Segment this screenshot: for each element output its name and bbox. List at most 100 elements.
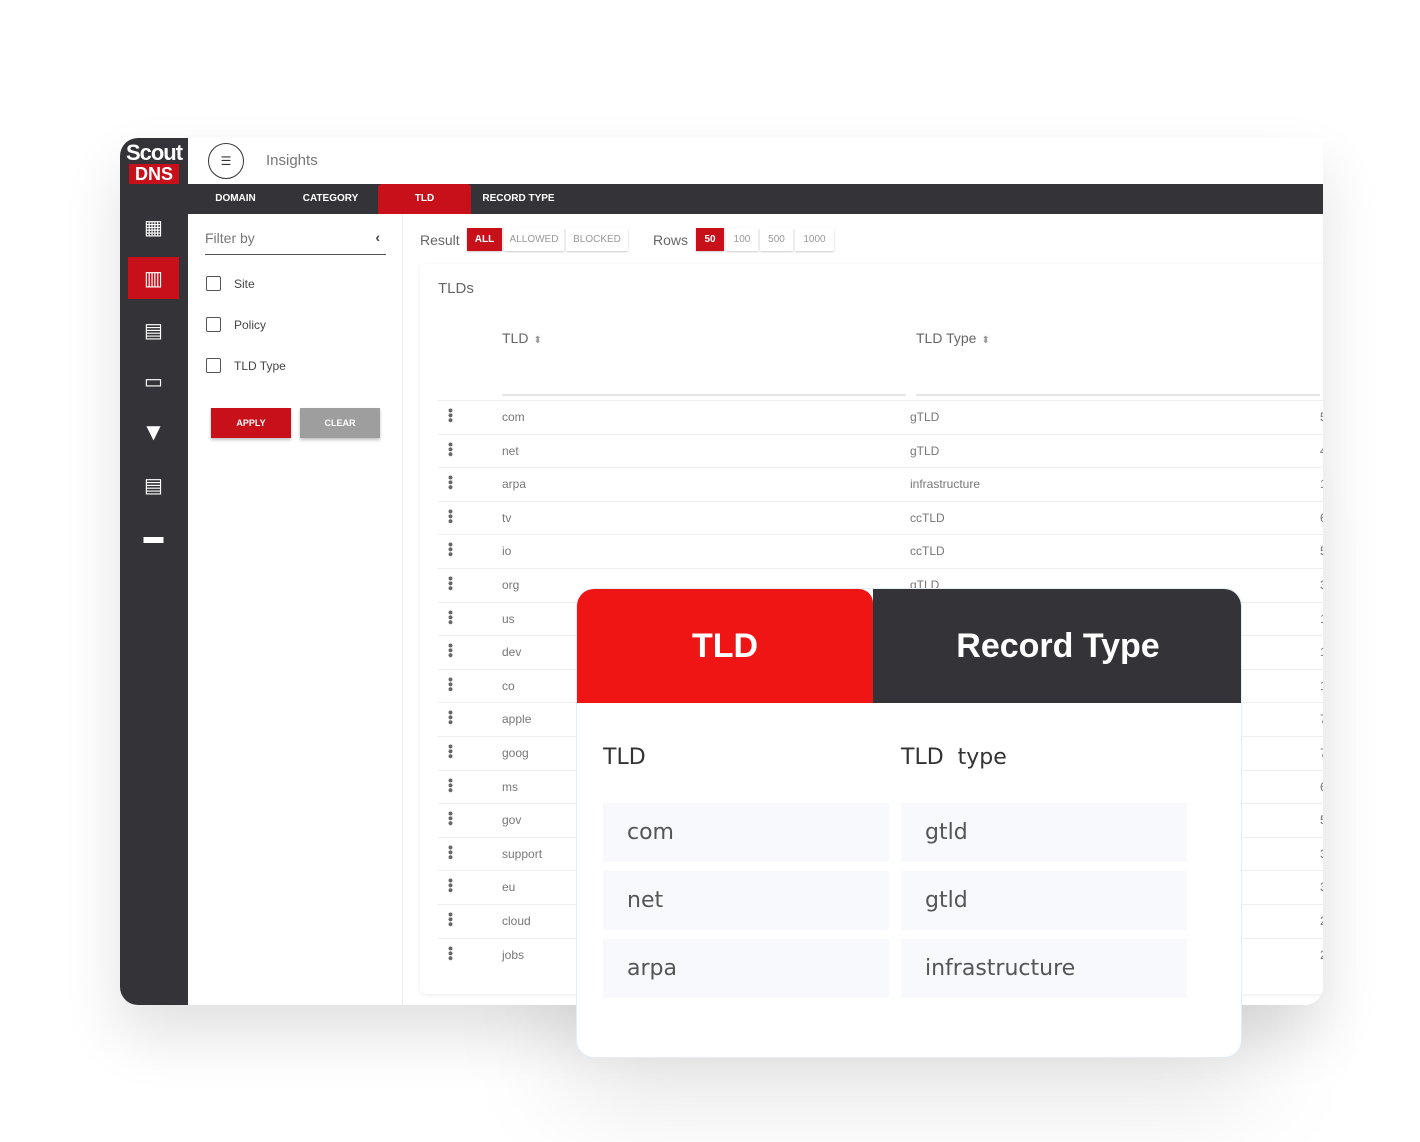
cell-tld: us xyxy=(502,611,515,626)
cell-count: 5 xyxy=(1320,410,1323,424)
more-vertical-icon[interactable]: ••• xyxy=(443,710,459,725)
more-vertical-icon[interactable]: ••• xyxy=(443,811,459,826)
tab-record-type[interactable]: RECORD TYPE xyxy=(471,184,566,214)
logo-text: Scout xyxy=(125,140,183,165)
overlay-column-tld-type: TLD type xyxy=(901,745,1007,770)
more-vertical-icon[interactable]: ••• xyxy=(443,576,459,591)
filter-icon[interactable]: ▼ xyxy=(128,412,179,454)
cell-count: 3 xyxy=(1320,578,1323,592)
more-vertical-icon[interactable]: ••• xyxy=(443,677,459,692)
tab-domain[interactable]: DOMAIN xyxy=(188,184,283,214)
cell-tld-type: infrastructure xyxy=(910,477,981,492)
cell-count: 7 xyxy=(1320,712,1323,726)
cell-tld: gov xyxy=(502,813,522,828)
overlay-cell: net xyxy=(603,871,889,930)
cell-tld-type: gTLD xyxy=(910,410,940,424)
column-label: TLD Type xyxy=(916,330,977,346)
result-all[interactable]: ALL xyxy=(467,228,502,251)
filter-panel: Filter by ‹ Site Policy TLD Type APPLY CL… xyxy=(188,214,403,1005)
rows-50[interactable]: 50 xyxy=(696,228,724,251)
table-row[interactable]: ••• arpa infrastructure 1 xyxy=(438,467,1323,501)
sidebar: Scout DNS ▦ ▥ ▤ ▭ ▼ ▤ ▬ xyxy=(120,138,188,1005)
apply-button[interactable]: APPLY xyxy=(211,408,291,438)
column-header-tld-type[interactable]: TLD Type ⬍ xyxy=(916,330,990,346)
table-row[interactable]: ••• tv ccTLD 6 xyxy=(438,500,1323,535)
dashboard-icon[interactable]: ▦ xyxy=(128,206,179,248)
cell-count: 1 xyxy=(1320,645,1323,659)
cell-tld-type: ccTLD xyxy=(910,544,945,559)
cell-tld: dev xyxy=(502,645,522,660)
book-icon[interactable]: ▬ xyxy=(128,516,179,558)
more-vertical-icon[interactable]: ••• xyxy=(443,912,459,927)
page-title: Insights xyxy=(266,152,318,169)
cell-count: 1 xyxy=(1320,477,1323,491)
cell-tld: cloud xyxy=(502,914,531,928)
checkbox-policy[interactable]: Policy xyxy=(206,317,266,332)
list-icon: ☰ xyxy=(220,154,232,168)
result-label: Result xyxy=(420,232,460,248)
building-icon[interactable]: ▤ xyxy=(128,309,179,351)
table-row[interactable]: ••• net gTLD 4 xyxy=(438,433,1323,468)
cell-count: 3 xyxy=(1320,847,1323,861)
cell-tld-type: ccTLD xyxy=(910,510,945,525)
devices-icon[interactable]: ▭ xyxy=(128,360,179,402)
cell-count: 5 xyxy=(1320,813,1323,827)
overlay-cell: gtld xyxy=(901,803,1187,862)
result-blocked[interactable]: BLOCKED xyxy=(566,228,628,251)
more-vertical-icon[interactable]: ••• xyxy=(443,509,459,524)
overlay-tab-record-type[interactable]: Record Type xyxy=(873,589,1241,703)
cell-count: 1 xyxy=(1320,679,1323,693)
more-vertical-icon[interactable]: ••• xyxy=(443,946,459,961)
cell-count: 6 xyxy=(1320,511,1323,525)
rows-label: Rows xyxy=(653,232,689,248)
cell-count: 4 xyxy=(1320,444,1323,458)
cell-count: 2 xyxy=(1320,914,1323,928)
more-vertical-icon[interactable]: ••• xyxy=(443,475,459,490)
logo-text-dns: DNS xyxy=(129,164,179,184)
rows-1000[interactable]: 1000 xyxy=(795,228,834,251)
cell-tld: co xyxy=(502,678,515,693)
rows-100[interactable]: 100 xyxy=(726,228,758,251)
more-vertical-icon[interactable]: ••• xyxy=(443,778,459,793)
result-allowed[interactable]: ALLOWED xyxy=(504,228,564,251)
cell-tld: jobs xyxy=(502,947,525,962)
column-filter-tld-type[interactable] xyxy=(916,394,1320,396)
more-vertical-icon[interactable]: ••• xyxy=(443,845,459,860)
menu-button[interactable]: ☰ xyxy=(208,143,244,179)
overlay-cell: infrastructure xyxy=(901,939,1187,998)
checkbox-label: Site xyxy=(234,276,255,291)
overlay-tab-tld[interactable]: TLD xyxy=(577,589,873,703)
column-header-tld[interactable]: TLD ⬍ xyxy=(502,330,542,346)
cell-count: 2 xyxy=(1320,948,1323,962)
clipboard-icon[interactable]: ▤ xyxy=(128,464,179,506)
checkbox-label: Policy xyxy=(234,317,267,332)
cell-tld: ms xyxy=(502,779,518,794)
rows-500[interactable]: 500 xyxy=(760,228,793,251)
more-vertical-icon[interactable]: ••• xyxy=(443,643,459,658)
overlay-cell: com xyxy=(603,803,889,862)
more-vertical-icon[interactable]: ••• xyxy=(443,408,459,423)
clear-button[interactable]: CLEAR xyxy=(300,408,380,438)
more-vertical-icon[interactable]: ••• xyxy=(443,610,459,625)
overlay-cell: arpa xyxy=(603,939,889,998)
header: ☰ Insights xyxy=(188,138,1323,184)
sort-icon[interactable]: ⬍ xyxy=(533,335,541,346)
insights-chart-icon[interactable]: ▥ xyxy=(128,257,179,299)
filter-header: Filter by ‹ xyxy=(205,229,386,255)
chevron-left-icon[interactable]: ‹ xyxy=(375,229,380,245)
table-row[interactable]: ••• com gTLD 5 xyxy=(438,400,1323,434)
table-row[interactable]: ••• io ccTLD 5 xyxy=(438,534,1323,568)
checkbox-tld-type[interactable]: TLD Type xyxy=(206,358,286,373)
tab-category[interactable]: CATEGORY xyxy=(283,184,378,214)
tab-tld[interactable]: TLD xyxy=(378,184,471,214)
more-vertical-icon[interactable]: ••• xyxy=(443,878,459,893)
more-vertical-icon[interactable]: ••• xyxy=(443,442,459,457)
cell-tld: io xyxy=(502,544,512,559)
more-vertical-icon[interactable]: ••• xyxy=(443,744,459,759)
cell-tld: eu xyxy=(502,880,516,895)
checkbox-label: TLD Type xyxy=(234,358,286,373)
checkbox-site[interactable]: Site xyxy=(206,276,255,291)
column-filter-tld[interactable] xyxy=(502,394,906,396)
sort-icon[interactable]: ⬍ xyxy=(981,335,989,346)
more-vertical-icon[interactable]: ••• xyxy=(443,542,459,557)
